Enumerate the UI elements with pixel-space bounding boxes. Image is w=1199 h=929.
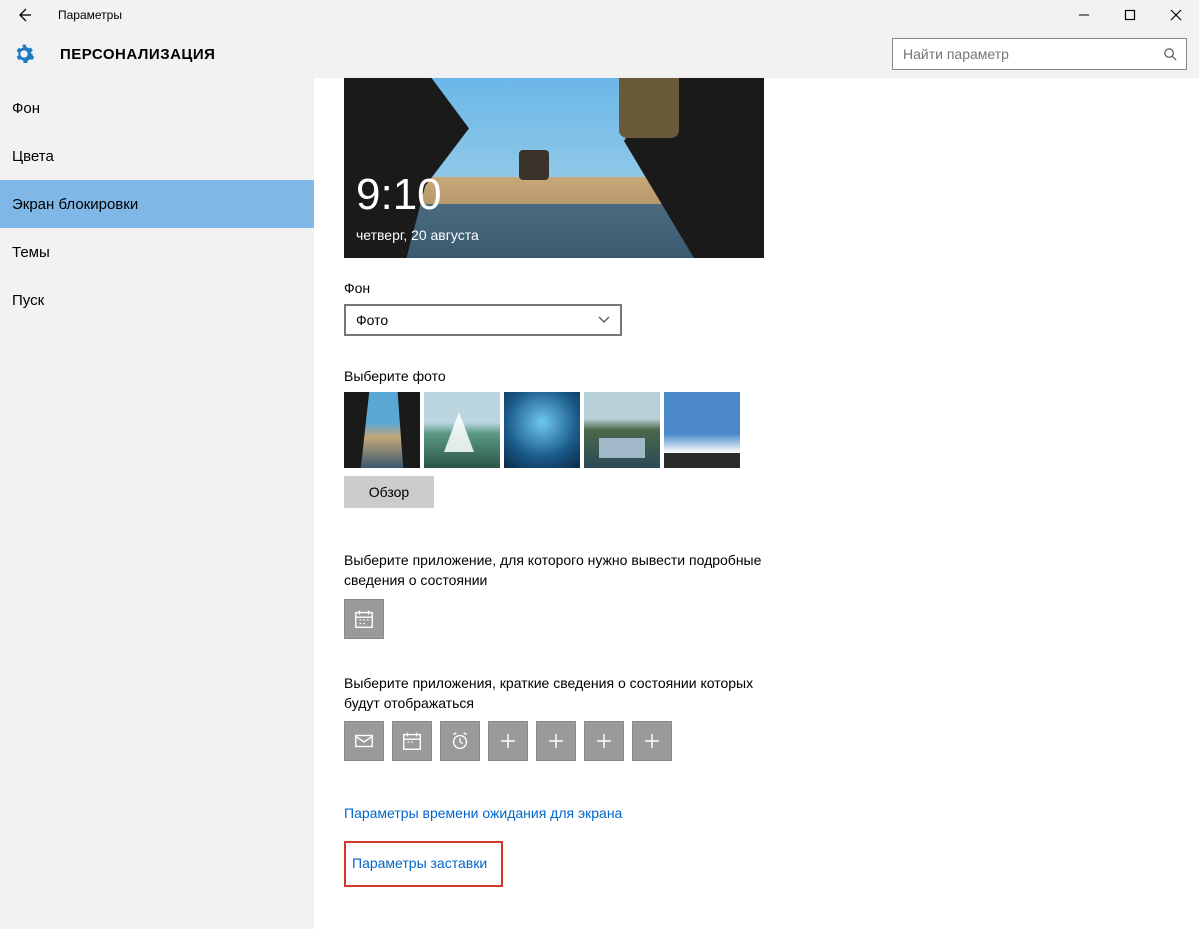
quick-app-tile-alarm[interactable] <box>440 721 480 761</box>
mail-icon <box>353 730 375 752</box>
sidebar-item-label: Цвета <box>12 148 54 165</box>
sidebar-item-start[interactable]: Пуск <box>0 276 314 324</box>
photo-thumb-5[interactable] <box>664 392 740 468</box>
browse-button[interactable]: Обзор <box>344 476 434 508</box>
header: ПЕРСОНАЛИЗАЦИЯ <box>0 30 1199 78</box>
close-button[interactable] <box>1153 0 1199 30</box>
window-controls <box>1061 0 1199 30</box>
sidebar-item-lockscreen[interactable]: Экран блокировки <box>0 180 314 228</box>
photo-thumb-4[interactable] <box>584 392 660 468</box>
alarm-icon <box>449 730 471 752</box>
quick-app-tile-mail[interactable] <box>344 721 384 761</box>
search-box[interactable] <box>892 38 1187 70</box>
titlebar: Параметры <box>0 0 1199 30</box>
plus-icon <box>499 732 517 750</box>
quick-app-tile-add-2[interactable] <box>536 721 576 761</box>
chevron-down-icon <box>598 316 610 324</box>
photo-thumb-2[interactable] <box>424 392 500 468</box>
search-icon <box>1163 47 1178 62</box>
dropdown-value: Фото <box>356 312 388 328</box>
preview-time: 9:10 <box>356 170 442 220</box>
lockscreen-preview: 9:10 четверг, 20 августа <box>344 78 764 258</box>
photo-thumb-3[interactable] <box>504 392 580 468</box>
plus-icon <box>643 732 661 750</box>
content: 9:10 четверг, 20 августа Фон Фото Выбери… <box>314 78 1199 929</box>
quick-app-tile-add-1[interactable] <box>488 721 528 761</box>
sidebar-item-themes[interactable]: Темы <box>0 228 314 276</box>
quick-apps-label: Выберите приложения, краткие сведения о … <box>344 673 784 714</box>
page-title: ПЕРСОНАЛИЗАЦИЯ <box>60 46 215 63</box>
preview-date: четверг, 20 августа <box>356 227 479 243</box>
detailed-app-tile[interactable] <box>344 599 384 639</box>
calendar-icon <box>401 730 423 752</box>
sidebar-item-label: Темы <box>12 244 50 261</box>
photo-thumbnails <box>344 392 1199 468</box>
sidebar-item-label: Пуск <box>12 292 44 309</box>
quick-app-tile-calendar[interactable] <box>392 721 432 761</box>
background-dropdown[interactable]: Фото <box>344 304 622 336</box>
back-button[interactable] <box>12 3 36 27</box>
quick-app-tile-add-4[interactable] <box>632 721 672 761</box>
plus-icon <box>547 732 565 750</box>
choose-photo-label: Выберите фото <box>344 368 1199 384</box>
quick-app-tile-add-3[interactable] <box>584 721 624 761</box>
gear-icon <box>12 42 36 66</box>
detailed-app-label: Выберите приложение, для которого нужно … <box>344 550 784 591</box>
screensaver-link-highlight: Параметры заставки <box>344 841 503 887</box>
maximize-button[interactable] <box>1107 0 1153 30</box>
background-label: Фон <box>344 280 1199 296</box>
sidebar-item-colors[interactable]: Цвета <box>0 132 314 180</box>
search-input[interactable] <box>901 45 1163 63</box>
timeout-link[interactable]: Параметры времени ожидания для экрана <box>344 805 622 821</box>
photo-thumb-1[interactable] <box>344 392 420 468</box>
calendar-icon <box>353 608 375 630</box>
minimize-button[interactable] <box>1061 0 1107 30</box>
sidebar: Фон Цвета Экран блокировки Темы Пуск <box>0 78 314 929</box>
sidebar-item-label: Экран блокировки <box>12 196 138 213</box>
sidebar-item-label: Фон <box>12 100 40 117</box>
plus-icon <box>595 732 613 750</box>
app-title: Параметры <box>58 8 122 22</box>
screensaver-link[interactable]: Параметры заставки <box>352 855 487 871</box>
sidebar-item-background[interactable]: Фон <box>0 84 314 132</box>
